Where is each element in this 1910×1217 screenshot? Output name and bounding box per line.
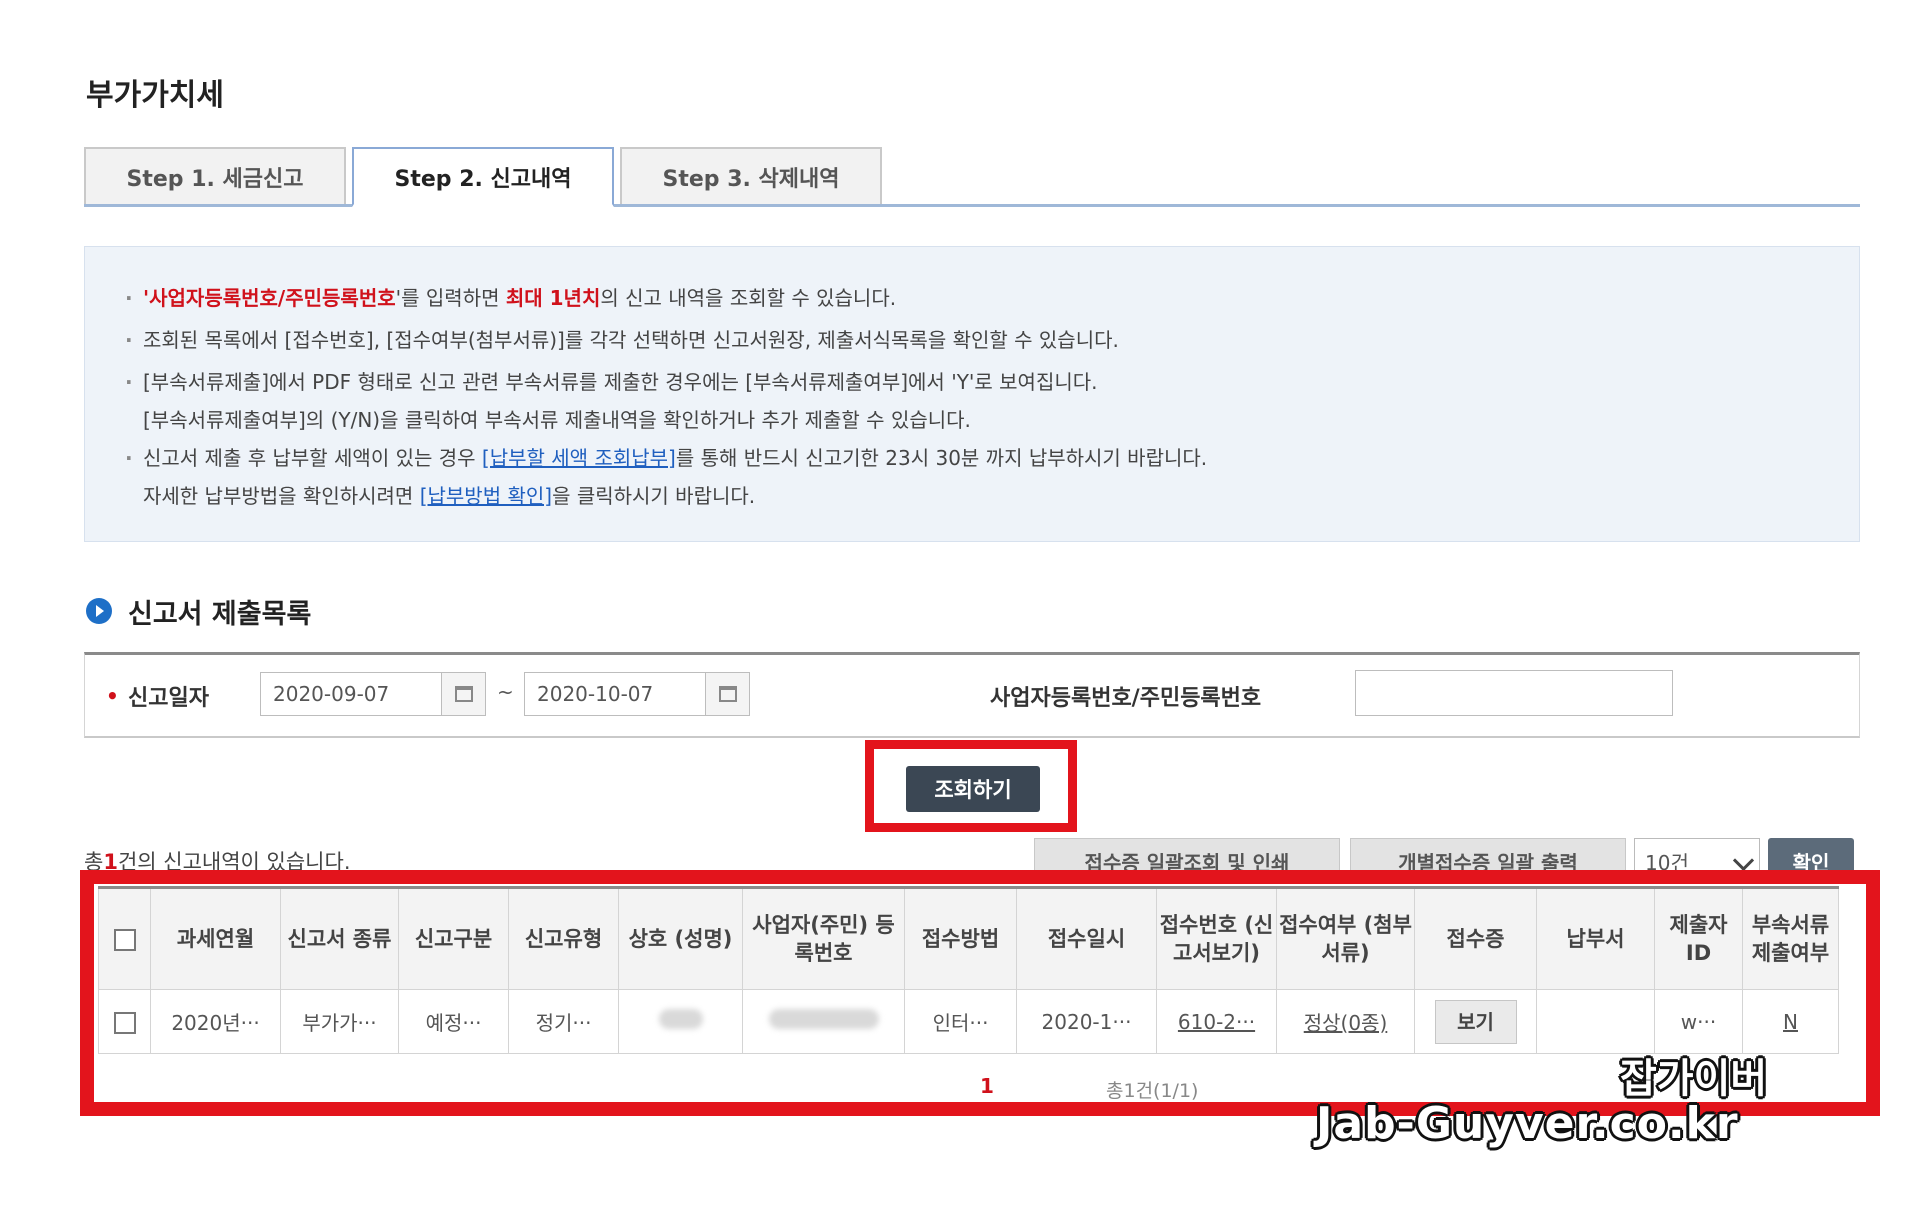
info-line-2: 조회된 목록에서 [접수번호], [접수여부(첨부서류)]를 각각 선택하면 신… bbox=[125, 319, 1819, 361]
watermark-url: Jab-Guyver.co.kr bbox=[1316, 1098, 1739, 1149]
date-range-tilde: ~ bbox=[497, 680, 514, 704]
tab-step2[interactable]: Step 2. 신고내역 bbox=[352, 147, 614, 207]
payment-method-link[interactable]: [납부방법 확인] bbox=[420, 484, 552, 508]
info-box: '사업자등록번호/주민등록번호'를 입력하면 최대 1년치의 신고 내역을 조회… bbox=[84, 246, 1860, 542]
pager-info: 총1건(1/1) bbox=[1106, 1080, 1199, 1102]
date-to-input[interactable]: 2020-10-07 bbox=[524, 672, 706, 716]
info-line-5: 신고서 제출 후 납부할 세액이 있는 경우 [납부할 세액 조회납부]를 통해… bbox=[125, 437, 1819, 479]
biz-number-label: 사업자등록번호/주민등록번호 bbox=[990, 686, 1262, 711]
query-button[interactable]: 조회하기 bbox=[906, 766, 1040, 812]
page-title: 부가가치세 bbox=[86, 78, 224, 113]
tab-bar: Step 1. 세금신고 Step 2. 신고내역 Step 3. 삭제내역 bbox=[84, 147, 1860, 207]
tab-underline bbox=[84, 204, 1860, 207]
info-highlight-year: 최대 1년치 bbox=[505, 286, 601, 310]
info-line-4: [부속서류제출여부]의 (Y/N)을 클릭하여 부속서류 제출내역을 확인하거나… bbox=[143, 408, 971, 432]
pager-current-page[interactable]: 1 bbox=[980, 1074, 994, 1098]
tab-step1[interactable]: Step 1. 세금신고 bbox=[84, 147, 346, 204]
section-arrow-icon bbox=[86, 598, 112, 624]
date-label: 신고일자 bbox=[128, 686, 209, 711]
chevron-down-icon bbox=[1732, 849, 1755, 872]
tab-step3[interactable]: Step 3. 삭제내역 bbox=[620, 147, 882, 204]
tax-payment-link[interactable]: [납부할 세액 조회납부] bbox=[482, 446, 676, 470]
info-line-3: [부속서류제출]에서 PDF 형태로 신고 관련 부속서류를 제출한 경우에는 … bbox=[125, 361, 1819, 403]
watermark-korean: 잡가이버 bbox=[1620, 1056, 1768, 1102]
info-line-1: '사업자등록번호/주민등록번호'를 입력하면 최대 1년치의 신고 내역을 조회… bbox=[125, 277, 1819, 319]
required-marker: • bbox=[106, 684, 119, 708]
date-from-input[interactable]: 2020-09-07 bbox=[260, 672, 442, 716]
info-line-6: 자세한 납부방법을 확인하시려면 [납부방법 확인]을 클릭하시기 바랍니다. bbox=[143, 484, 756, 508]
section-title: 신고서 제출목록 bbox=[128, 599, 312, 630]
biz-number-input[interactable] bbox=[1355, 670, 1673, 716]
calendar-from-icon[interactable] bbox=[442, 672, 486, 716]
info-highlight-id: 사업자등록번호/주민등록번호 bbox=[149, 286, 396, 310]
calendar-to-icon[interactable] bbox=[706, 672, 750, 716]
